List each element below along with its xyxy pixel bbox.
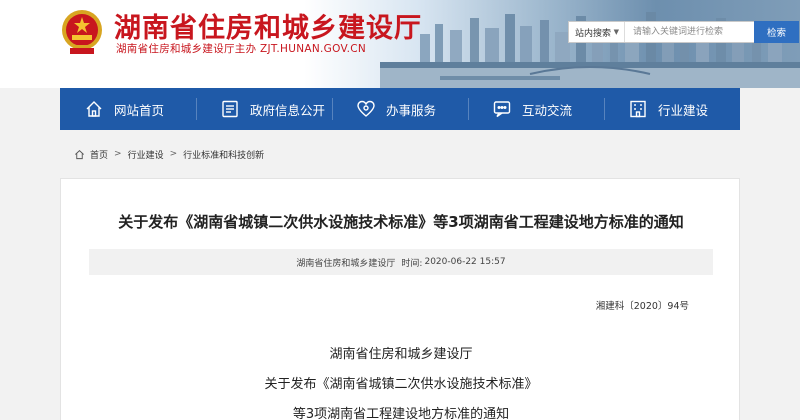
- breadcrumb-item-home[interactable]: 首页: [90, 148, 108, 161]
- breadcrumb-item-standards[interactable]: 行业标准和科技创新: [183, 148, 264, 161]
- article-body-line: 关于发布《湖南省城镇二次供水设施技术标准》: [264, 377, 538, 392]
- article-source: 湖南省住房和城乡建设厅: [296, 258, 396, 269]
- main-nav: 网站首页 政府信息公开 办事服务 互动交流 行业建设: [60, 88, 740, 130]
- article-container: 关于发布《湖南省城镇二次供水设施技术标准》等3项湖南省工程建设地方标准的通知 湖…: [60, 178, 740, 420]
- nav-item-industry[interactable]: 行业建设: [604, 88, 740, 130]
- nav-item-label: 网站首页: [114, 102, 165, 118]
- nav-item-label: 行业建设: [658, 102, 709, 118]
- article-time-label: 时间:: [401, 258, 423, 269]
- search-scope-select[interactable]: 站内搜索 ▼: [569, 22, 625, 42]
- search-scope-label: 站内搜索: [575, 28, 612, 39]
- article-body-line: 等3项湖南省工程建设地方标准的通知: [292, 407, 510, 420]
- article-meta: 湖南省住房和城乡建设厅 时间: 2020-06-22 15:57: [89, 249, 713, 275]
- chevron-down-icon: ▼: [613, 28, 619, 36]
- building-icon: [630, 100, 646, 118]
- nav-item-home[interactable]: 网站首页: [60, 88, 196, 130]
- breadcrumb-item-industry[interactable]: 行业建设: [128, 148, 164, 161]
- nav-item-services[interactable]: 办事服务: [332, 88, 468, 130]
- document-icon: [222, 100, 238, 118]
- nav-item-gov-info[interactable]: 政府信息公开: [196, 88, 332, 130]
- breadcrumb-separator: >: [169, 149, 178, 159]
- heart-icon: [357, 100, 375, 117]
- home-icon: [86, 101, 102, 117]
- article-title: 关于发布《湖南省城镇二次供水设施技术标准》等3项湖南省工程建设地方标准的通知: [118, 213, 684, 231]
- search-input[interactable]: [625, 22, 754, 42]
- nav-item-label: 政府信息公开: [250, 102, 326, 118]
- nav-item-label: 互动交流: [522, 102, 573, 118]
- site-header: 湖南省住房和城乡建设厅 湖南省住房和城乡建设厅主办 ZJT.HUNAN.GOV.…: [0, 0, 800, 88]
- search-button[interactable]: 检索: [754, 21, 799, 43]
- document-number: 湘建科〔2020〕94号: [595, 301, 689, 312]
- breadcrumb: 首页 > 行业建设 > 行业标准和科技创新: [60, 130, 740, 178]
- nav-item-label: 办事服务: [386, 102, 437, 118]
- nav-item-interaction[interactable]: 互动交流: [468, 88, 604, 130]
- site-title[interactable]: 湖南省住房和城乡建设厅: [114, 6, 422, 45]
- national-emblem-icon: [62, 10, 102, 54]
- article-body-line: 湖南省住房和城乡建设厅: [329, 347, 473, 362]
- search-bar: 站内搜索 ▼ 检索: [568, 21, 799, 43]
- site-subtitle: 湖南省住房和城乡建设厅主办 ZJT.HUNAN.GOV.CN: [116, 43, 367, 55]
- chat-icon: [493, 101, 511, 118]
- breadcrumb-separator: >: [114, 149, 122, 159]
- city-skyline-banner: [380, 12, 800, 88]
- home-icon: [75, 149, 84, 159]
- article-time: 2020-06-22 15:57: [424, 257, 506, 267]
